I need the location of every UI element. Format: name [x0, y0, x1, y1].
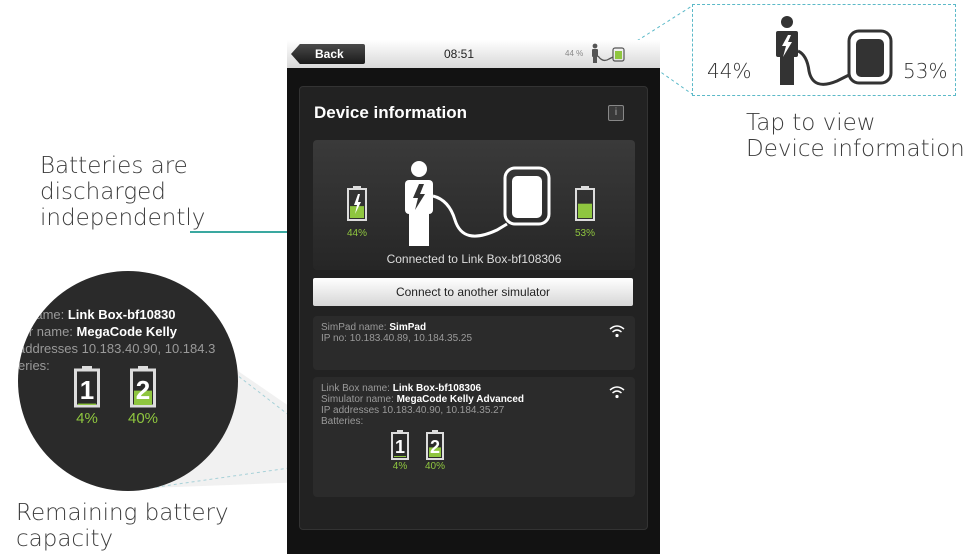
battery-1-icon: 1: [391, 430, 409, 460]
battery-1: 1 4%: [391, 430, 409, 472]
battery-2: 2 40%: [425, 430, 445, 472]
zoom-battery-1-icon: 1: [74, 366, 100, 408]
zoom-row-simulator-label: tor name:: [18, 324, 77, 339]
battery-2-pct: 40%: [425, 461, 446, 472]
simpad-ip: IP no: 10.183.40.89, 10.184.35.25: [321, 333, 473, 344]
linkbox-name-label: Link Box name:: [321, 383, 393, 394]
zoom-row-name: k name: Link Box-bf10830: [18, 307, 176, 322]
zoom-battery-2-pct: 40%: [128, 410, 159, 427]
connect-another-button[interactable]: Connect to another simulator: [313, 278, 633, 306]
linkbox-name-row: Link Box name: Link Box-bf108306: [321, 383, 627, 394]
panel-title: Device information: [314, 103, 468, 122]
manikin-connection-icon: [405, 161, 551, 246]
linkbox-battery-pct: 53%: [575, 228, 596, 239]
linkbox-battery-icon: [575, 186, 595, 221]
simpad-battery-icon: [347, 186, 367, 221]
status-zoom-box: 44% 53%: [692, 4, 956, 96]
annotation-tap: Tap to view Device information: [746, 110, 965, 162]
zoom-battery-2: 2 40%: [128, 366, 158, 427]
annotation-remaining-line1: Remaining battery: [16, 500, 229, 526]
linkbox-name-value: Link Box-bf108306: [392, 383, 482, 394]
annotation-tap-line1: Tap to view: [746, 110, 876, 136]
annotation-remaining-line2: capacity: [16, 526, 114, 552]
batteries-label: Batteries:: [321, 416, 364, 427]
zoom-battery-2-icon: 2: [130, 366, 157, 408]
linkbox-ip: IP addresses 10.183.40.90, 10.184.35.27: [321, 405, 505, 416]
info-icon[interactable]: i: [608, 105, 624, 121]
status-bar: Back 08:51 44 %: [287, 40, 660, 68]
zoom-battery-2-number: 2: [136, 375, 150, 405]
simpad-card[interactable]: SimPad name: SimPad IP no: 10.183.40.89,…: [313, 316, 635, 370]
zoom-row-name-value: Link Box-bf10830: [67, 307, 176, 322]
battery-1-number: 1: [395, 437, 405, 457]
zoom-battery-1-pct: 4%: [76, 410, 98, 427]
zoom-battery-1: 1 4%: [74, 366, 100, 427]
simpad-name-row: SimPad name: SimPad: [321, 322, 627, 333]
zoom-battery-1-number: 1: [80, 375, 94, 405]
battery-2-number: 2: [430, 437, 440, 457]
zoom-box-connection-icon: [776, 16, 893, 86]
wifi-icon: [609, 325, 625, 338]
battery-1-pct: 4%: [392, 461, 408, 472]
simulator-name-label: Simulator name:: [321, 394, 397, 405]
annotation-batteries-line3: independently: [40, 205, 206, 231]
connected-status-text: Connected to Link Box-bf108306: [386, 252, 562, 266]
simpad-name-value: SimPad: [389, 322, 427, 333]
zoom-row-ip: addresses 10.183.40.90, 10.184.3: [18, 341, 216, 356]
annotation-batteries-line2: discharged: [40, 179, 166, 205]
simulator-name-row: Simulator name: MegaCode Kelly Advanced: [321, 394, 627, 405]
zoom-circle: k name: Link Box-bf10830 tor name: MegaC…: [18, 271, 238, 491]
zoom-box-right-pct: 53%: [903, 59, 948, 83]
battery-row: 1 4% 2 40%: [391, 430, 445, 472]
annotation-tap-line2: Device information: [746, 136, 965, 162]
device-screen: Back 08:51 44 % Device information i 44%: [287, 40, 660, 554]
simpad-name-label: SimPad name:: [321, 322, 390, 333]
wifi-icon: [609, 386, 625, 399]
simulator-name-value: MegaCode Kelly Advanced: [396, 394, 525, 405]
battery-2-icon: 2: [426, 430, 444, 460]
status-battery-pct[interactable]: 44 %: [565, 49, 583, 58]
annotation-batteries-line1: Batteries are: [40, 153, 188, 179]
annotation-batteries: Batteries are discharged independently: [40, 153, 206, 231]
simpad-battery-pct: 44%: [347, 228, 368, 239]
connection-illustration: 44% 53% Connected to Link Box-bf108306: [313, 140, 635, 270]
zoom-row-simulator-value: MegaCode Kelly: [76, 324, 177, 339]
annotation-remaining: Remaining battery capacity: [16, 500, 236, 552]
device-info-panel: Device information i 44% 53% Connected t…: [299, 86, 648, 530]
zoom-row-simulator: tor name: MegaCode Kelly: [18, 324, 177, 339]
back-button[interactable]: Back: [291, 44, 365, 64]
zoom-row-batteries: eries:: [18, 358, 50, 373]
linkbox-card[interactable]: Link Box name: Link Box-bf108306 Simulat…: [313, 377, 635, 497]
status-connection-icon[interactable]: [587, 43, 637, 65]
zoom-box-left-pct: 44%: [707, 59, 752, 83]
zoom-row-name-label: k name:: [18, 307, 68, 322]
clock: 08:51: [444, 47, 475, 61]
